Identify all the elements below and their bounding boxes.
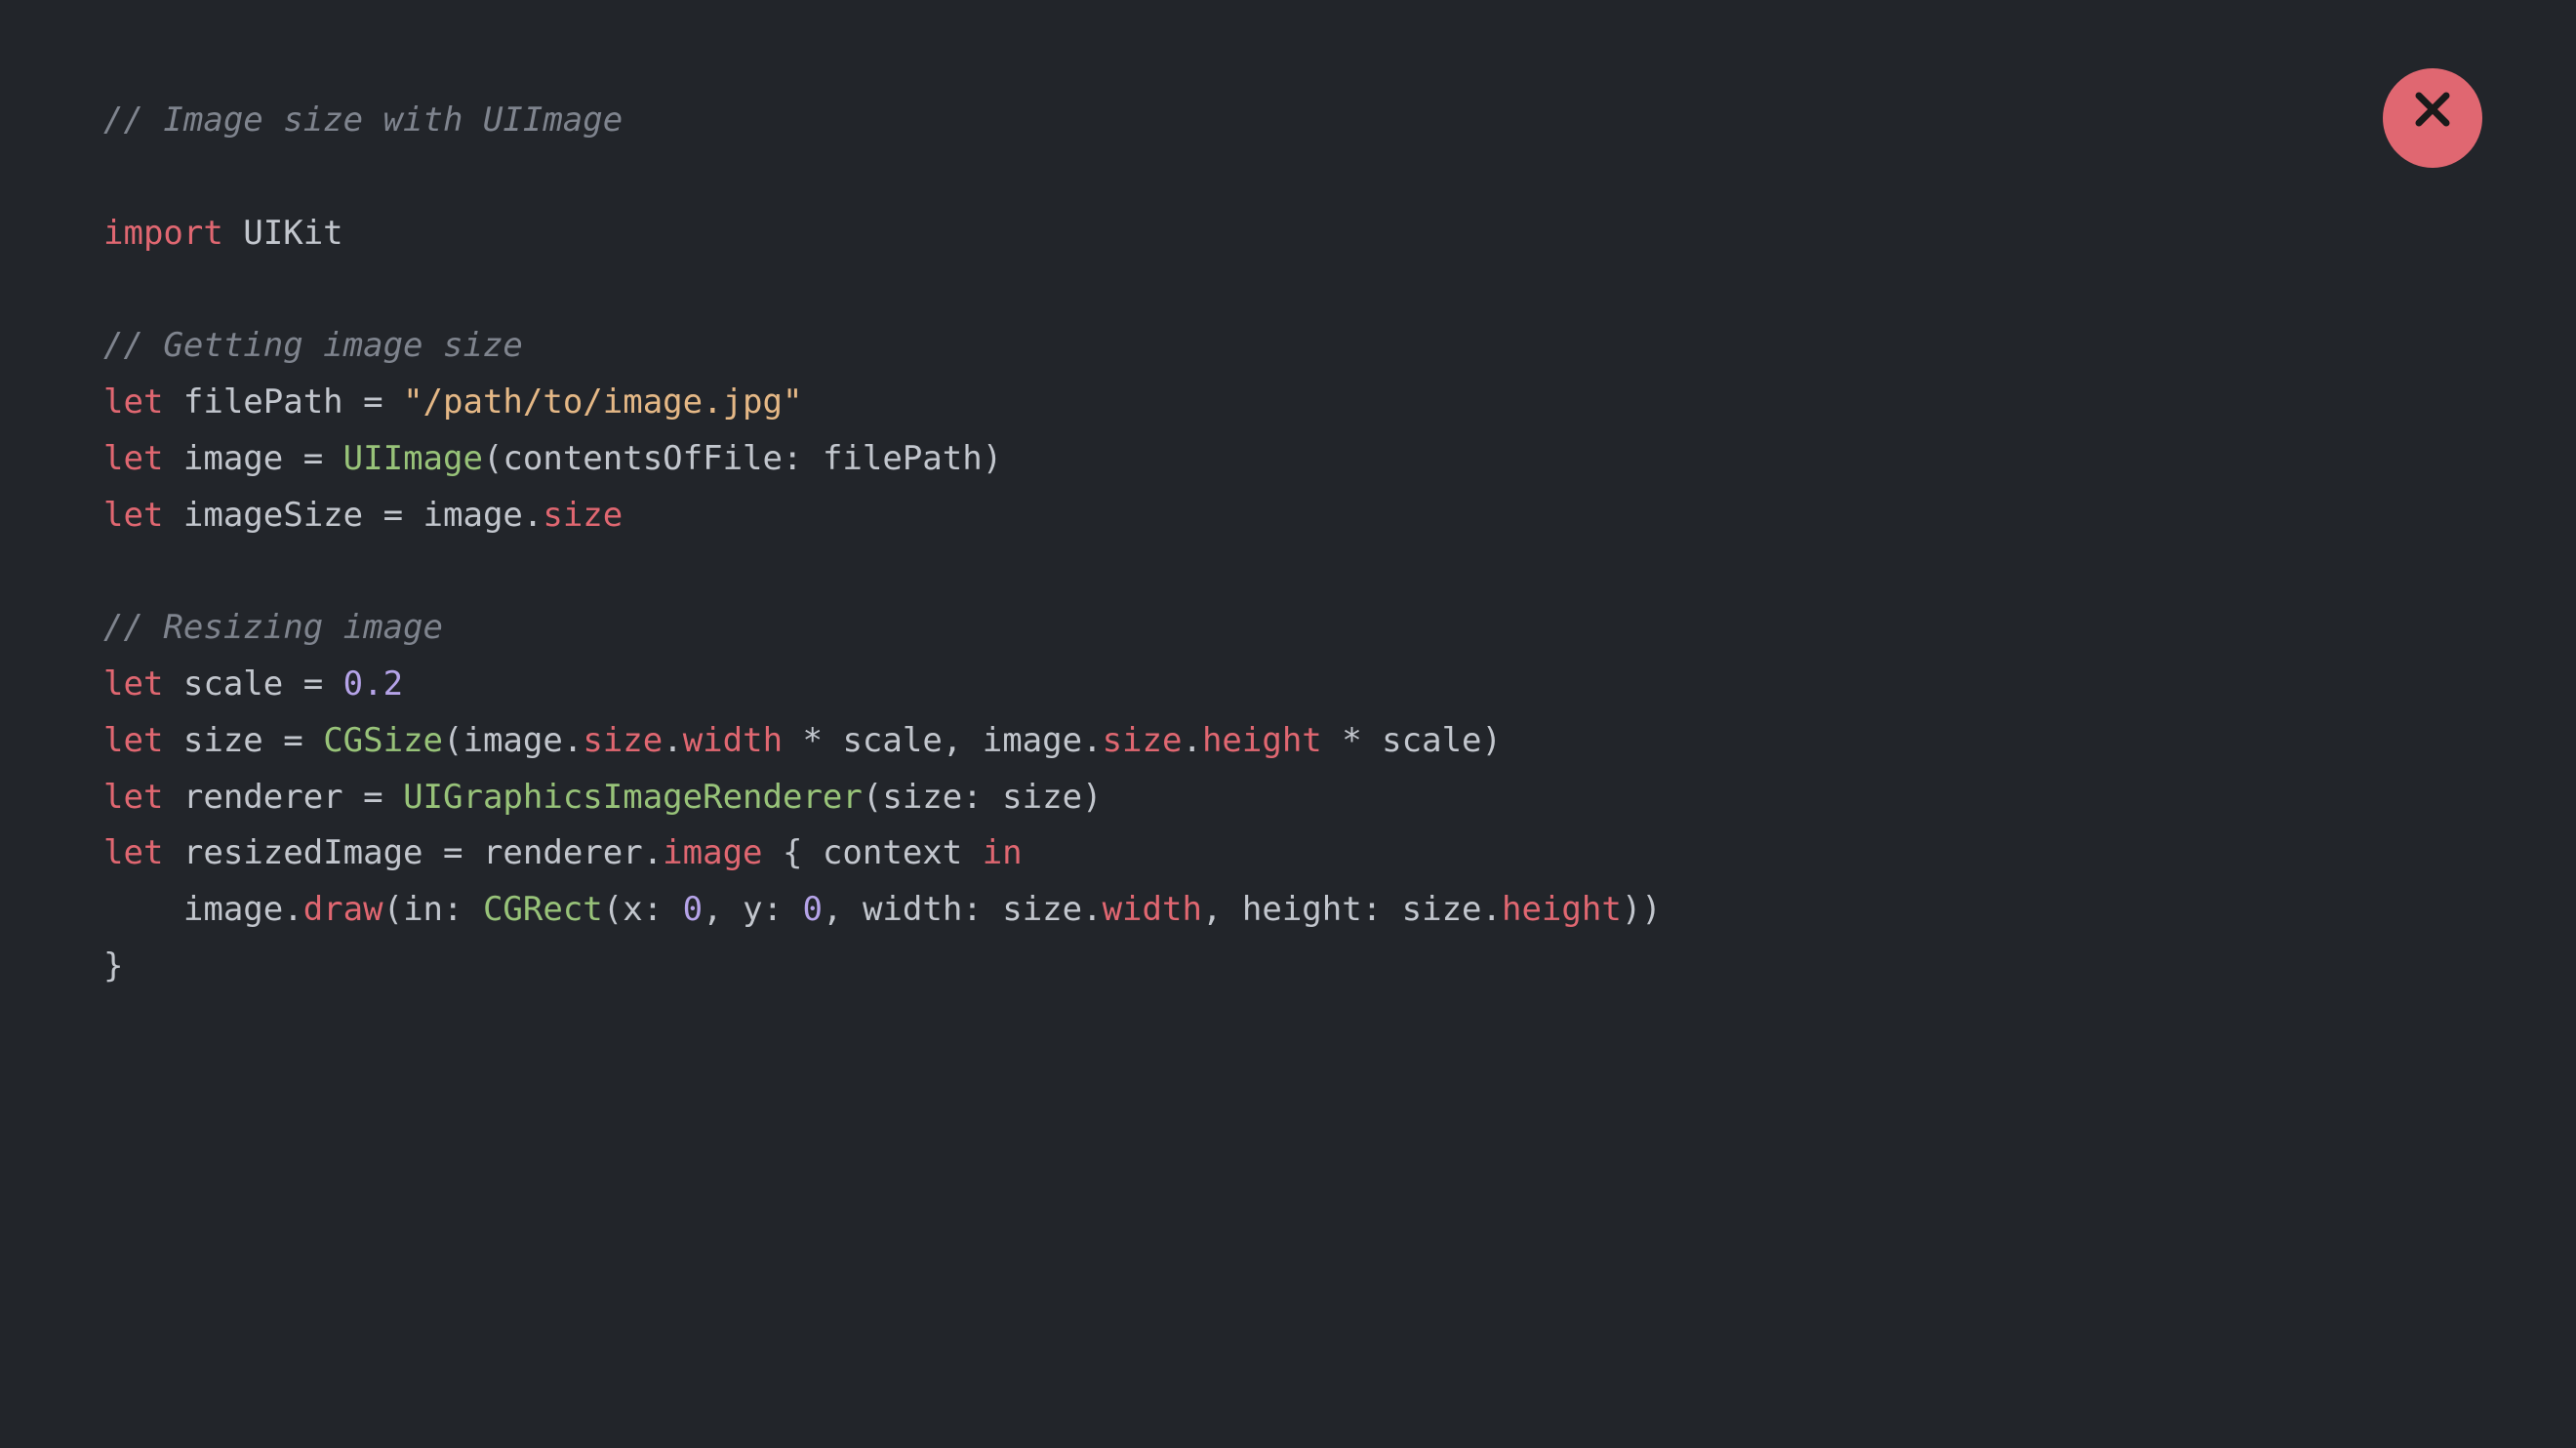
code-line: let renderer = UIGraphicsImageRenderer(s… [103, 770, 2473, 826]
code-line: let image = UIImage(contentsOfFile: file… [103, 431, 2473, 488]
code-line [103, 149, 2473, 206]
code-line: } [103, 939, 2473, 995]
code-token: renderer = [163, 778, 403, 817]
code-token: UIImage [343, 439, 483, 478]
code-token: let [103, 833, 163, 872]
code-token: , height: size. [1202, 890, 1502, 929]
code-token: 0 [803, 890, 823, 929]
code-token: // Resizing image [103, 608, 443, 647]
code-token: (contentsOfFile: filePath) [483, 439, 1002, 478]
code-line: let resizedImage = renderer.image { cont… [103, 825, 2473, 882]
code-token: in [983, 833, 1023, 872]
code-line [103, 543, 2473, 600]
code-token: (image. [443, 721, 583, 760]
code-token: image. [103, 890, 303, 929]
code-token: CGSize [323, 721, 443, 760]
code-token: , y: [703, 890, 802, 929]
code-token: height [1502, 890, 1622, 929]
code-token: let [103, 496, 163, 535]
code-token: } [103, 946, 123, 985]
code-token: height [1202, 721, 1322, 760]
code-token: "/path/to/image.jpg" [403, 382, 802, 422]
code-token: image [663, 833, 762, 872]
code-line: let filePath = "/path/to/image.jpg" [103, 375, 2473, 431]
code-token: draw [303, 890, 383, 929]
code-line: // Image size with UIImage [103, 93, 2473, 149]
close-icon [2409, 86, 2456, 151]
code-token: filePath = [163, 382, 403, 422]
code-token: let [103, 382, 163, 422]
code-token: // Image size with UIImage [103, 101, 623, 140]
code-token: CGRect [483, 890, 603, 929]
code-token: imageSize = image. [163, 496, 543, 535]
code-token: UIGraphicsImageRenderer [403, 778, 863, 817]
code-token: size [1103, 721, 1183, 760]
code-line: import UIKit [103, 206, 2473, 262]
code-token: let [103, 439, 163, 478]
code-token: resizedImage = renderer. [163, 833, 663, 872]
code-token: (x: [603, 890, 683, 929]
code-token: width [1103, 890, 1202, 929]
code-token: size = [163, 721, 323, 760]
code-token: (in: [383, 890, 483, 929]
code-token: UIKit [223, 214, 343, 253]
code-line: let imageSize = image.size [103, 488, 2473, 544]
code-token: width [683, 721, 783, 760]
code-block: // Image size with UIImage import UIKit … [0, 0, 2576, 1088]
code-token: let [103, 721, 163, 760]
code-token: , width: size. [823, 890, 1103, 929]
code-line [103, 261, 2473, 318]
close-button[interactable] [2383, 68, 2482, 168]
code-line: // Getting image size [103, 318, 2473, 375]
code-token: size [543, 496, 623, 535]
code-token: scale = [163, 664, 342, 704]
code-line: let scale = 0.2 [103, 657, 2473, 713]
code-line: // Resizing image [103, 600, 2473, 657]
code-line: image.draw(in: CGRect(x: 0, y: 0, width:… [103, 882, 2473, 939]
code-token: . [663, 721, 682, 760]
code-token: { context [763, 833, 983, 872]
code-token: )) [1622, 890, 1662, 929]
code-token: image = [163, 439, 342, 478]
code-token: size [583, 721, 663, 760]
code-token: // Getting image size [103, 326, 523, 365]
code-token: 0 [683, 890, 703, 929]
code-token: let [103, 664, 163, 704]
code-token: 0.2 [343, 664, 403, 704]
code-token: import [103, 214, 223, 253]
code-token: * scale, image. [783, 721, 1103, 760]
code-line: let size = CGSize(image.size.width * sca… [103, 713, 2473, 770]
code-token: let [103, 778, 163, 817]
code-token: * scale) [1322, 721, 1502, 760]
code-token: (size: size) [863, 778, 1103, 817]
code-token: . [1182, 721, 1201, 760]
